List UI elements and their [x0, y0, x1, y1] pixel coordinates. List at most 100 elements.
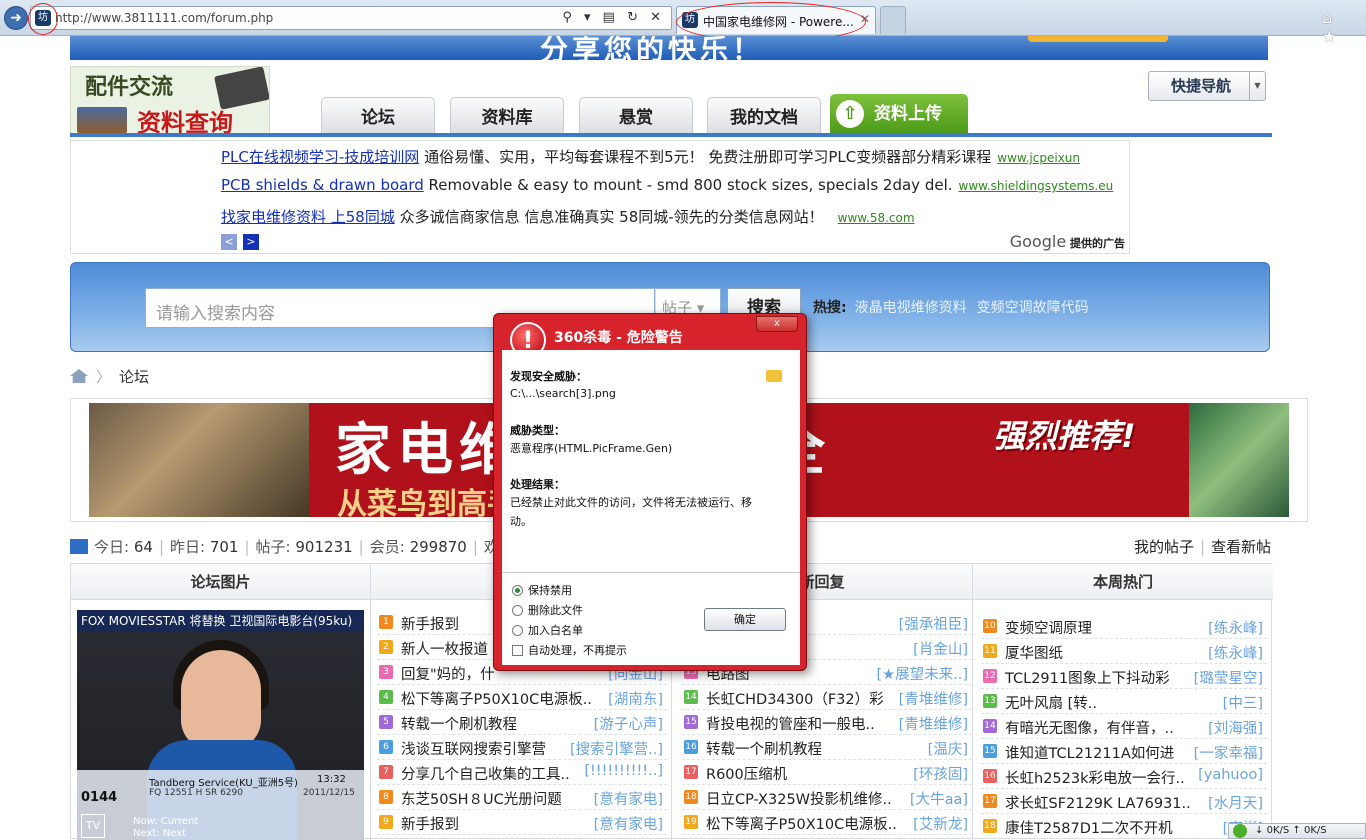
- ad-domain[interactable]: www.shieldingsystems.eu: [959, 179, 1114, 193]
- thread-author[interactable]: [大牛aa]: [910, 788, 968, 809]
- thread-author[interactable]: [温庆]: [928, 738, 968, 759]
- ad-link[interactable]: PLC在线视频学习-技成培训网: [221, 148, 419, 166]
- network-speed-tray[interactable]: ↓ 0K/S ↑ 0K/S: [1228, 823, 1366, 839]
- thread-author[interactable]: [中三]: [1223, 692, 1263, 713]
- thread-title[interactable]: 松下等离子P50X10C电源板..: [401, 688, 592, 709]
- thread-title[interactable]: 求长虹SF2129K LA76931..: [1005, 792, 1191, 813]
- thread-author[interactable]: [艾新龙]: [913, 813, 968, 834]
- google-ads-label[interactable]: Google 提供的广告: [1010, 232, 1125, 251]
- list-item[interactable]: 15 背投电视的管座和一般电.. [青堆维修]: [682, 710, 972, 735]
- nav-tab-bounty[interactable]: 悬赏: [579, 97, 693, 133]
- thread-author[interactable]: [璐莹星空]: [1194, 667, 1263, 688]
- forum-picture[interactable]: FOX MOVIESSTAR 将替换 卫视国际电影台(95ku) Tandber…: [77, 610, 364, 840]
- upload-button[interactable]: ⇧ 资料上传: [830, 94, 968, 134]
- address-actions-icon[interactable]: ⚲ ▾ ▤ ↻ ✕: [562, 10, 665, 25]
- thread-title[interactable]: 长虹CHD34300（F32）彩: [706, 688, 884, 709]
- site-logo[interactable]: 配件交流 资料查询: [70, 66, 270, 136]
- list-item[interactable]: 16 长虹h2523k彩电放一会行.. [yahuoo]: [981, 764, 1267, 789]
- list-item[interactable]: 18康佳T2587D1二次不开机[李彬]: [981, 814, 1267, 839]
- option-auto-handle[interactable]: 自动处理，不再提示: [512, 642, 627, 658]
- ad-domain[interactable]: www.58.com: [838, 211, 915, 225]
- ad-link[interactable]: PCB shields & drawn board: [221, 176, 424, 194]
- thread-author[interactable]: [环孩固]: [913, 763, 968, 784]
- list-item[interactable]: 17 R600压缩机 [环孩固]: [682, 760, 972, 785]
- option-whitelist[interactable]: 加入白名单: [512, 622, 583, 638]
- thread-author[interactable]: [肖金山]: [913, 638, 968, 659]
- thread-title[interactable]: 新手报到: [401, 813, 459, 834]
- home-star-icon[interactable]: ⌂ ★: [1322, 8, 1366, 46]
- list-item[interactable]: 8 东芝50SH８UC光册问题 [意有家电]: [377, 785, 667, 810]
- option-delete-file[interactable]: 删除此文件: [512, 602, 583, 618]
- thread-title[interactable]: R600压缩机: [706, 763, 787, 784]
- thread-title[interactable]: 松下等离子P50X10C电源板..: [706, 813, 897, 834]
- nav-tab-my-docs[interactable]: 我的文档: [707, 97, 821, 133]
- list-item[interactable]: 4 松下等离子P50X10C电源板.. [湖南东]: [377, 685, 667, 710]
- list-item[interactable]: 11 厦华图纸 [练永峰]: [981, 639, 1267, 664]
- thread-author[interactable]: [湖南东]: [608, 688, 663, 709]
- thread-title[interactable]: 有暗光无图像，有伴音，..: [1005, 717, 1174, 738]
- thread-author[interactable]: [水月天]: [1208, 792, 1263, 813]
- thread-title[interactable]: 浅谈互联网搜索引擎营: [401, 738, 546, 759]
- ad-link[interactable]: 找家电维修资料 上58同城: [221, 208, 395, 226]
- list-item[interactable]: 12 TCL2911图象上下抖动彩 [璐莹星空]: [981, 664, 1267, 689]
- address-bar[interactable]: 坊 http://www.3811111.com/forum.php ⚲ ▾ ▤…: [30, 6, 672, 30]
- ad-prev-button[interactable]: <: [221, 234, 237, 250]
- thread-title[interactable]: 变频空调原理: [1005, 617, 1092, 638]
- thread-author[interactable]: [一家幸福]: [1194, 742, 1263, 763]
- list-item[interactable]: 14 有暗光无图像，有伴音，.. [刘海强]: [981, 714, 1267, 739]
- thread-author[interactable]: [意有家电]: [594, 813, 663, 834]
- thread-title[interactable]: 背投电视的管座和一般电..: [706, 713, 875, 734]
- new-posts-link[interactable]: 查看新帖: [1211, 538, 1271, 556]
- thread-title[interactable]: 长虹h2523k彩电放一会行..: [1005, 767, 1185, 788]
- thread-title[interactable]: 转载一个刷机教程: [706, 738, 822, 759]
- thread-author[interactable]: [练永峰]: [1208, 617, 1263, 638]
- quick-nav-button[interactable]: 快捷导航 ▼: [1148, 71, 1266, 101]
- ad-next-button[interactable]: >: [243, 234, 259, 250]
- thread-author[interactable]: [青堆维修]: [899, 688, 968, 709]
- list-item[interactable]: 16 转载一个刷机教程 [温庆]: [682, 735, 972, 760]
- list-item[interactable]: 17 求长虹SF2129K LA76931.. [水月天]: [981, 789, 1267, 814]
- list-item[interactable]: 18 日立CP-X325W投影机维修.. [大牛aa]: [682, 785, 972, 810]
- nav-tab-forum[interactable]: 论坛: [321, 97, 435, 133]
- ad-domain[interactable]: www.jcpeixun: [997, 151, 1080, 165]
- new-tab-button[interactable]: [880, 6, 906, 34]
- list-item[interactable]: 9 新手报到 [意有家电]: [377, 810, 667, 835]
- thread-title[interactable]: 转载一个刷机教程: [401, 713, 517, 734]
- thread-title[interactable]: 新手报到: [401, 613, 459, 634]
- thread-title[interactable]: 分享几个自己收集的工具..: [401, 763, 570, 784]
- thread-title[interactable]: TCL2911图象上下抖动彩: [1005, 667, 1170, 688]
- list-item[interactable]: 19 松下等离子P50X10C电源板.. [艾新龙]: [682, 810, 972, 835]
- thread-author[interactable]: [青堆维修]: [899, 713, 968, 734]
- list-item[interactable]: 10 变频空调原理 [练永峰]: [981, 614, 1267, 639]
- breadcrumb-current[interactable]: 论坛: [119, 368, 149, 386]
- thread-title[interactable]: 新人一枚报道: [401, 638, 488, 659]
- thread-author[interactable]: [练永峰]: [1208, 642, 1263, 663]
- thread-author[interactable]: [强承祖臣]: [899, 613, 968, 634]
- thread-author[interactable]: [刘海强]: [1208, 717, 1263, 738]
- top-banner-button[interactable]: [1028, 36, 1168, 42]
- list-item[interactable]: 14 长虹CHD34300（F32）彩 [青堆维修]: [682, 685, 972, 710]
- thread-title[interactable]: 无叶风扇 [转..: [1005, 692, 1097, 713]
- thread-author[interactable]: [搜索引擎营..]: [570, 738, 663, 759]
- thread-author[interactable]: [!!!!!!!!!!..]: [584, 763, 663, 779]
- thread-title[interactable]: 日立CP-X325W投影机维修..: [706, 788, 892, 809]
- thread-title[interactable]: 东芝50SH８UC光册问题: [401, 788, 562, 809]
- nav-tab-library[interactable]: 资料库: [450, 97, 564, 133]
- hot-search-link[interactable]: 液晶电视维修资料: [855, 300, 967, 316]
- thread-title[interactable]: 回复"妈的，什: [401, 663, 495, 684]
- list-item[interactable]: 6 浅谈互联网搜索引擎营 [搜索引擎营..]: [377, 735, 667, 760]
- list-item[interactable]: 7 分享几个自己收集的工具.. [!!!!!!!!!!..]: [377, 760, 667, 785]
- thread-title[interactable]: 厦华图纸: [1005, 642, 1063, 663]
- home-icon[interactable]: [70, 369, 88, 383]
- thread-author[interactable]: [意有家电]: [594, 788, 663, 809]
- list-item[interactable]: 15 谁知道TCL21211A如何进 [一家幸福]: [981, 739, 1267, 764]
- ok-button[interactable]: 确定: [704, 608, 786, 631]
- thread-title[interactable]: 谁知道TCL21211A如何进: [1005, 742, 1174, 763]
- back-arrow-icon[interactable]: ➜: [4, 6, 28, 30]
- thread-author[interactable]: [yahuoo]: [1198, 767, 1263, 783]
- thread-title[interactable]: 康佳T2587D1二次不开机: [1005, 817, 1173, 838]
- hot-search-link[interactable]: 变频空调故障代码: [977, 300, 1089, 316]
- folder-icon[interactable]: [766, 370, 782, 382]
- thread-author[interactable]: [★展望未来..]: [876, 663, 968, 684]
- top-banner[interactable]: 分享您的快乐！: [70, 36, 1268, 60]
